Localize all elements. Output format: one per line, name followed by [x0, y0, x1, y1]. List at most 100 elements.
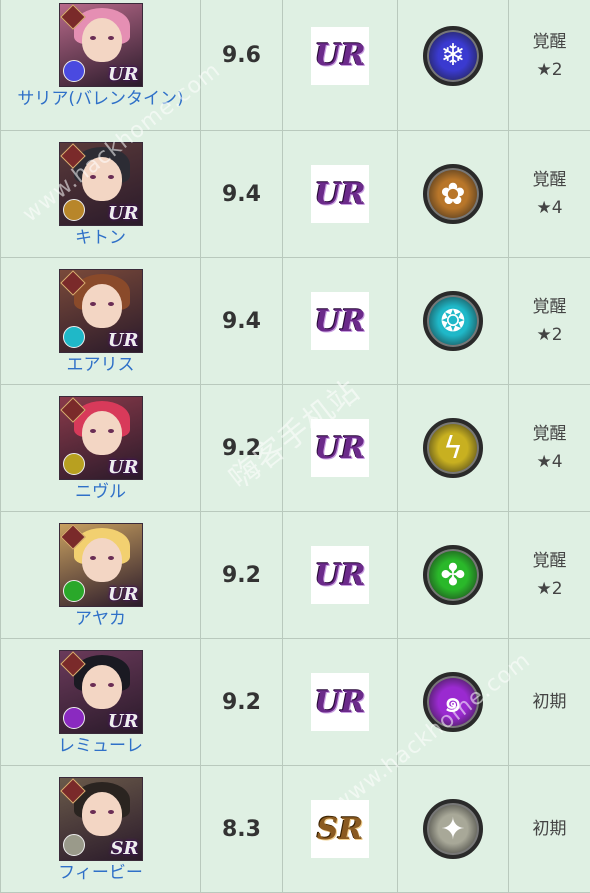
eye: [108, 683, 114, 687]
score-cell: 8.3: [201, 766, 283, 893]
rarity-badge: UR: [108, 203, 139, 224]
score-value: 9.2: [222, 436, 261, 461]
score-cell: 9.6: [201, 0, 283, 131]
eye: [90, 429, 96, 433]
eye: [90, 556, 96, 560]
element-badge-icon: [63, 199, 85, 221]
status-cell: 覚醒 ★4: [509, 131, 590, 258]
score-value: 9.2: [222, 563, 261, 588]
character-cell: UR サリア(バレンタイン): [1, 0, 201, 131]
character-portrait[interactable]: UR: [59, 396, 143, 480]
score-cell: 9.2: [201, 512, 283, 639]
eye: [108, 556, 114, 560]
lightning-icon: ϟ: [423, 418, 483, 478]
character-name-link[interactable]: アヤカ: [1, 608, 200, 630]
honeycomb-icon: ✿: [423, 164, 483, 224]
rarity-icon: UR: [311, 292, 369, 350]
score-cell: 9.4: [201, 131, 283, 258]
eye: [90, 810, 96, 814]
rarity-icon: UR: [311, 673, 369, 731]
water-swirl-icon: ❂: [423, 291, 483, 351]
status-line1: 覚醒: [509, 547, 590, 575]
character-portrait[interactable]: UR: [59, 269, 143, 353]
status-line2: ★2: [509, 575, 590, 603]
element-badge-icon: [63, 453, 85, 475]
rarity-icon: UR: [311, 27, 369, 85]
status-cell: 覚醒 ★2: [509, 0, 590, 131]
ranking-table: UR サリア(バレンタイン) 9.6 UR ❄ 覚醒 ★2 UR キトン 9.4…: [0, 0, 590, 893]
attribute-cell: ✦: [398, 766, 509, 893]
eye: [108, 429, 114, 433]
rarity-cell: UR: [283, 0, 398, 131]
face-shape: [82, 284, 122, 328]
status-line2: ★2: [509, 56, 590, 84]
character-name-link[interactable]: サリア(バレンタイン): [1, 88, 200, 110]
character-cell: UR ニヴル: [1, 385, 201, 512]
table-row: SR フィービー 8.3 SR ✦ 初期: [1, 766, 590, 893]
eye: [108, 175, 114, 179]
character-portrait[interactable]: UR: [59, 3, 143, 87]
status-cell: 覚醒 ★4: [509, 385, 590, 512]
dark-vortex-icon: ๑: [423, 672, 483, 732]
character-cell: UR エアリス: [1, 258, 201, 385]
score-value: 9.4: [222, 309, 261, 334]
rarity-cell: UR: [283, 512, 398, 639]
table-row: UR ニヴル 9.2 UR ϟ 覚醒 ★4: [1, 385, 590, 512]
status-cell: 覚醒 ★2: [509, 258, 590, 385]
element-badge-icon: [63, 580, 85, 602]
attribute-cell: ❂: [398, 258, 509, 385]
attribute-cell: ϟ: [398, 385, 509, 512]
table-row: UR レミューレ 9.2 UR ๑ 初期: [1, 639, 590, 766]
snowflake-icon: ❄: [423, 26, 483, 86]
element-badge-icon: [63, 707, 85, 729]
rarity-icon: UR: [311, 165, 369, 223]
rarity-icon: UR: [311, 419, 369, 477]
rarity-badge: UR: [108, 64, 139, 85]
rarity-cell: SR: [283, 766, 398, 893]
rarity-cell: UR: [283, 385, 398, 512]
status-line1: 覚醒: [509, 28, 590, 56]
face-shape: [82, 792, 122, 836]
character-name-link[interactable]: レミューレ: [1, 735, 200, 757]
status-cell: 初期: [509, 766, 590, 893]
score-cell: 9.4: [201, 258, 283, 385]
eye: [90, 175, 96, 179]
rarity-icon: SR: [311, 800, 369, 858]
eye: [108, 810, 114, 814]
attribute-cell: ✿: [398, 131, 509, 258]
character-portrait[interactable]: UR: [59, 142, 143, 226]
score-value: 9.2: [222, 690, 261, 715]
character-portrait[interactable]: UR: [59, 650, 143, 734]
score-value: 8.3: [222, 817, 261, 842]
character-name-link[interactable]: キトン: [1, 227, 200, 249]
status-line1: 覚醒: [509, 166, 590, 194]
face-shape: [82, 157, 122, 201]
rarity-cell: UR: [283, 131, 398, 258]
rarity-cell: UR: [283, 258, 398, 385]
face-shape: [82, 538, 122, 582]
face-shape: [82, 665, 122, 709]
character-name-link[interactable]: エアリス: [1, 354, 200, 376]
eye: [90, 683, 96, 687]
status-line1: 初期: [509, 815, 590, 843]
rarity-badge: SR: [111, 838, 139, 859]
status-line2: ★2: [509, 321, 590, 349]
score-value: 9.4: [222, 182, 261, 207]
character-name-link[interactable]: ニヴル: [1, 481, 200, 503]
score-cell: 9.2: [201, 639, 283, 766]
character-name-link[interactable]: フィービー: [1, 862, 200, 884]
table-row: UR サリア(バレンタイン) 9.6 UR ❄ 覚醒 ★2: [1, 0, 590, 131]
score-value: 9.6: [222, 43, 261, 68]
character-cell: UR キトン: [1, 131, 201, 258]
status-line2: ★4: [509, 194, 590, 222]
rarity-badge: UR: [108, 584, 139, 605]
element-badge-icon: [63, 60, 85, 82]
table-row: UR アヤカ 9.2 UR ✤ 覚醒 ★2: [1, 512, 590, 639]
status-line1: 初期: [509, 688, 590, 716]
character-cell: UR アヤカ: [1, 512, 201, 639]
light-cross-icon: ✦: [423, 799, 483, 859]
character-cell: UR レミューレ: [1, 639, 201, 766]
character-portrait[interactable]: SR: [59, 777, 143, 861]
rarity-icon: UR: [311, 546, 369, 604]
character-portrait[interactable]: UR: [59, 523, 143, 607]
